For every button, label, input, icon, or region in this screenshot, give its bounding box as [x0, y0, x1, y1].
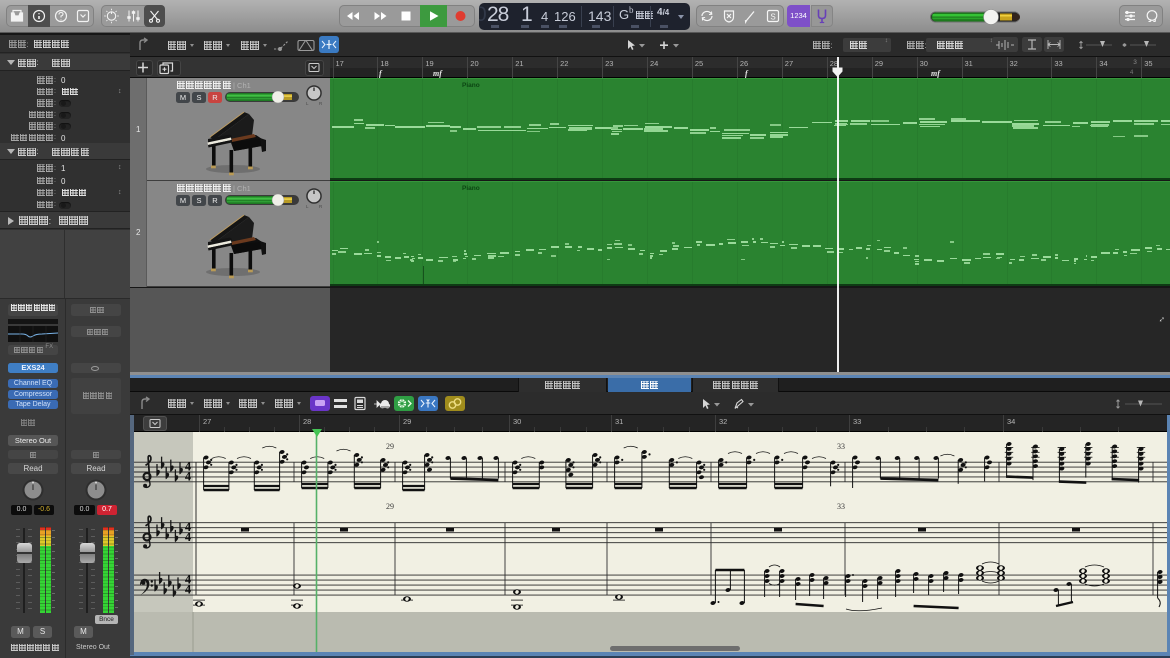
svg-text:29: 29	[386, 502, 394, 511]
svg-text:4: 4	[185, 582, 192, 596]
svg-text:4: 4	[185, 469, 192, 483]
svg-text:4: 4	[185, 530, 192, 544]
svg-text:S: S	[770, 13, 775, 22]
svg-text:29: 29	[386, 442, 394, 451]
svg-text:R: R	[319, 204, 323, 209]
svg-text:R: R	[319, 101, 323, 106]
svg-text:L: L	[306, 204, 309, 209]
svg-text:33: 33	[837, 442, 845, 451]
svg-text:33: 33	[837, 502, 845, 511]
svg-text:L: L	[306, 101, 309, 106]
